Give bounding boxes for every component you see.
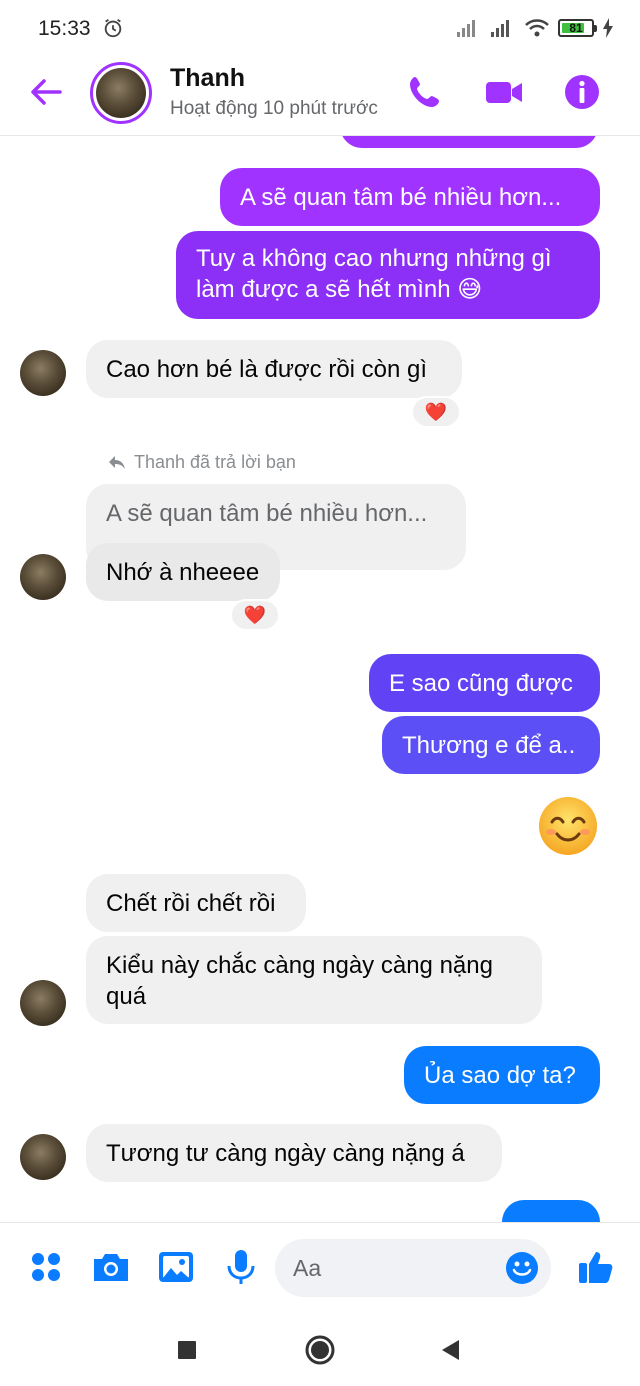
battery-level: 81 (569, 21, 583, 35)
contact-avatar[interactable] (90, 62, 152, 124)
avatar-image (96, 68, 146, 118)
system-nav-bar (0, 1314, 640, 1386)
message-input[interactable] (293, 1239, 493, 1297)
back-icon[interactable] (433, 1332, 469, 1368)
heart-reaction[interactable]: ❤️ (230, 599, 280, 631)
home-icon[interactable] (302, 1332, 338, 1368)
recent-apps-icon[interactable] (169, 1332, 205, 1368)
message-incoming[interactable]: Nhớ à nheeee (86, 543, 280, 601)
message-outgoing[interactable]: Thương e để a.. (382, 716, 600, 774)
microphone-icon[interactable] (221, 1247, 261, 1287)
message-bubble-partial[interactable] (340, 136, 598, 148)
info-icon[interactable] (562, 72, 602, 112)
message-incoming[interactable]: Cao hơn bé là được rồi còn gì (86, 340, 462, 398)
heart-icon: ❤️ (424, 401, 448, 422)
alarm-icon (104, 18, 122, 38)
signal-icon-2 (491, 20, 509, 37)
reply-indicator: Thanh đã trả lời bạn (108, 452, 296, 473)
chat-header: Thanh Hoạt động 10 phút trước (0, 56, 640, 136)
message-outgoing[interactable]: Ủa sao dợ ta? (404, 1046, 600, 1104)
contact-name[interactable]: Thanh (170, 64, 245, 93)
apps-icon[interactable] (26, 1247, 66, 1287)
message-composer (0, 1222, 640, 1314)
message-incoming[interactable]: Chết rồi chết rồi (86, 874, 306, 932)
reply-label: Thanh đã trả lời bạn (134, 452, 296, 472)
video-camera-icon[interactable] (484, 72, 524, 112)
contact-status: Hoạt động 10 phút trước (170, 98, 378, 119)
gallery-icon[interactable] (156, 1247, 196, 1287)
contact-avatar-small[interactable] (20, 1134, 66, 1180)
message-input-box[interactable] (275, 1239, 551, 1297)
back-arrow-icon[interactable] (26, 72, 66, 112)
message-bubble-partial[interactable] (502, 1200, 600, 1222)
message-incoming[interactable]: Tương tư càng ngày càng nặng á (86, 1124, 502, 1182)
message-incoming[interactable]: Kiểu này chắc càng ngày càng nặng quá (86, 936, 542, 1024)
camera-icon[interactable] (91, 1247, 131, 1287)
reply-icon (109, 455, 125, 469)
message-outgoing[interactable]: Tuy a không cao nhưng những gì làm được … (176, 231, 600, 319)
message-list[interactable]: A sẽ quan tâm bé nhiều hơn... Tuy a khôn… (0, 136, 640, 1222)
contact-avatar-small[interactable] (20, 350, 66, 396)
message-outgoing[interactable]: A sẽ quan tâm bé nhiều hơn... (220, 168, 600, 226)
heart-reaction[interactable]: ❤️ (411, 396, 461, 428)
signal-icon (457, 20, 475, 37)
charging-icon (603, 18, 613, 38)
phone-icon[interactable] (405, 72, 445, 112)
message-outgoing[interactable]: E sao cũng được (369, 654, 600, 712)
status-time: 15:33 (38, 17, 91, 40)
status-bar: 15:33 81 (0, 0, 640, 56)
wifi-icon (525, 19, 549, 37)
heart-icon: ❤️ (243, 604, 267, 625)
emoji-icon[interactable] (505, 1251, 539, 1285)
thumbs-up-icon[interactable] (576, 1247, 616, 1287)
contact-avatar-small[interactable] (20, 554, 66, 600)
battery-icon: 81 (558, 19, 597, 37)
contact-avatar-small[interactable] (20, 980, 66, 1026)
smiling-face-icon[interactable] (538, 796, 598, 856)
